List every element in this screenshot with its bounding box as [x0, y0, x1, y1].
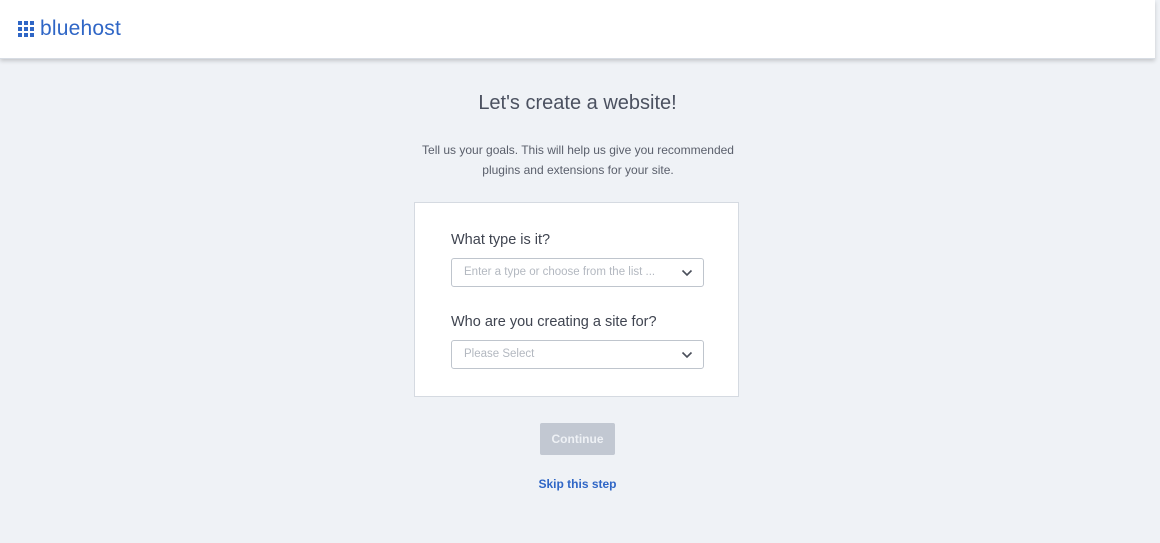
audience-select[interactable]: Please Select: [451, 340, 704, 369]
site-type-placeholder: Enter a type or choose from the list ...: [464, 266, 656, 278]
brand-name: bluehost: [40, 17, 121, 40]
brand-logo[interactable]: bluehost: [18, 17, 121, 41]
grid-icon: [18, 21, 34, 37]
goals-form-card: What type is it? Enter a type or choose …: [414, 202, 739, 397]
site-type-label: What type is it?: [451, 232, 551, 248]
continue-button[interactable]: Continue: [540, 423, 615, 455]
chevron-down-icon[interactable]: [681, 267, 693, 279]
skip-step-link[interactable]: Skip this step: [0, 477, 1155, 491]
top-bar: bluehost: [0, 0, 1155, 59]
page-subtitle: Tell us your goals. This will help us gi…: [422, 143, 734, 177]
audience-label: Who are you creating a site for?: [451, 314, 657, 330]
page-title: Let's create a website!: [478, 92, 677, 114]
audience-placeholder: Please Select: [464, 348, 535, 360]
chevron-down-icon[interactable]: [681, 349, 693, 361]
site-type-combobox[interactable]: Enter a type or choose from the list ...: [451, 258, 704, 287]
